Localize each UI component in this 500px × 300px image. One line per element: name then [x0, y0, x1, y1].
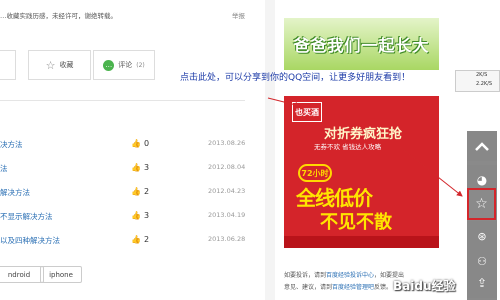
comment-button[interactable]: … 评论 (2) [93, 50, 155, 80]
download-speed: 2.2K/S [476, 81, 493, 87]
comment-label: 评论 [118, 61, 133, 69]
ad-headline-2: 不见不散 [320, 212, 392, 233]
ad-badge: 72小时 [298, 164, 332, 182]
chevron-up-icon [475, 142, 489, 151]
list-item: 法 👍 3 2012.08.04 [0, 161, 245, 185]
list-item-date: 2013.04.19 [208, 211, 246, 219]
tag-android[interactable]: ndroid [0, 266, 44, 283]
list-item: 以及四种解决方法 👍 2 2013.06.28 [0, 233, 245, 257]
vote-button[interactable] [0, 50, 16, 80]
list-item: 不显示解决方法 👍 3 2013.04.19 [0, 209, 245, 233]
ad-logo: 也买酒 [292, 102, 322, 122]
upload-speed: 2K/S [476, 72, 488, 78]
ad-subtitle: 无券不欢 省钱达人攻略 [314, 143, 382, 151]
share-more-button[interactable]: ⇪ [467, 268, 497, 298]
share-icon: ⇪ [476, 276, 488, 290]
banner-ad-wine[interactable]: 也买酒 对折券疯狂抢 无券不欢 省钱达人攻略 72小时 全线低价 不见不散 [284, 96, 439, 248]
banner-ad-text: 爸爸我们一起长大 [293, 36, 430, 55]
list-item-title[interactable]: 以及四种解决方法 [0, 235, 60, 246]
feedback-bar-link[interactable]: 百度经验管理吧 [332, 284, 374, 291]
ad-headline-1: 全线低价 [296, 186, 373, 210]
ad-title: 对折券疯狂抢 [324, 127, 403, 142]
related-list: 决方法 👍 0 2013.08.26 法 👍 3 2012.08.04 解决方法… [0, 137, 245, 257]
ad-bottom-band [284, 236, 439, 248]
complaint-center-link[interactable]: 百度经验投诉中心 [326, 272, 374, 279]
column-separator [265, 0, 275, 300]
star-icon: ☆ [45, 58, 56, 72]
qq-icon: ⊛ [477, 229, 487, 243]
list-item-title[interactable]: 解决方法 [0, 187, 30, 198]
comment-count: (2) [136, 61, 145, 69]
thumbs-up-icon: 👍 [131, 187, 141, 196]
star-icon: ☆ [475, 196, 488, 212]
report-link[interactable]: 举报 [232, 10, 245, 20]
list-item-votes: 0 [144, 139, 150, 148]
footer-text-2b: 反馈。 [374, 284, 393, 291]
list-item: 解决方法 👍 2 2012.04.23 [0, 185, 245, 209]
thumbs-up-icon: 👍 [131, 163, 141, 172]
tag-iphone[interactable]: iphone [40, 266, 82, 283]
thumbs-up-icon: 👍 [131, 211, 141, 220]
thumbs-up-icon: 👍 [131, 139, 141, 148]
article-panel: …收藏实践历感，未经许可，谢绝转载。 举报 ☆ 收藏 … 评论 (2) 决方法 … [0, 0, 265, 300]
friends-icon: ⚇ [477, 254, 487, 268]
list-item-title[interactable]: 决方法 [0, 139, 23, 150]
list-item-votes: 2 [144, 187, 150, 196]
copyright-notice: …收藏实践历感，未经许可，谢绝转载。 [0, 12, 117, 20]
footer-text-1a: 如要投诉，请到 [284, 272, 327, 279]
list-item-title[interactable]: 不显示解决方法 [0, 211, 53, 222]
favorite-label: 收藏 [59, 61, 74, 69]
article-copyright-text: …收藏实践历感，未经许可，谢绝转载。 举报 [0, 10, 245, 20]
share-qzone-star-button[interactable]: ☆ [467, 188, 496, 220]
baidu-watermark: Baidu经验 [393, 279, 456, 293]
footer-text-2a: 意见、建议，请到 [284, 284, 333, 291]
back-to-top-button[interactable] [467, 131, 497, 161]
network-speed-widget: 2K/S 2.2K/S [455, 70, 500, 92]
list-item-date: 2012.04.23 [208, 187, 246, 195]
list-item-votes: 2 [144, 235, 150, 244]
list-item: 决方法 👍 0 2013.08.26 [0, 137, 245, 161]
thumbs-up-icon: 👍 [131, 235, 141, 244]
share-hint-annotation: 点击此处，可以分享到你的QQ空间，让更多好朋友看到！ [180, 73, 411, 83]
divider [0, 100, 245, 101]
favorite-button[interactable]: ☆ 收藏 [28, 50, 91, 80]
list-item-date: 2012.08.04 [208, 163, 246, 171]
list-item-date: 2013.08.26 [208, 139, 246, 147]
banner-ad-top[interactable]: 爸爸我们一起长大 [284, 18, 439, 70]
weibo-icon: ◕ [476, 173, 488, 187]
list-item-votes: 3 [144, 211, 150, 220]
list-item-title[interactable]: 法 [0, 163, 8, 174]
comment-bubble-icon: … [103, 59, 115, 71]
list-item-votes: 3 [144, 163, 150, 172]
list-item-date: 2013.06.28 [208, 235, 246, 243]
